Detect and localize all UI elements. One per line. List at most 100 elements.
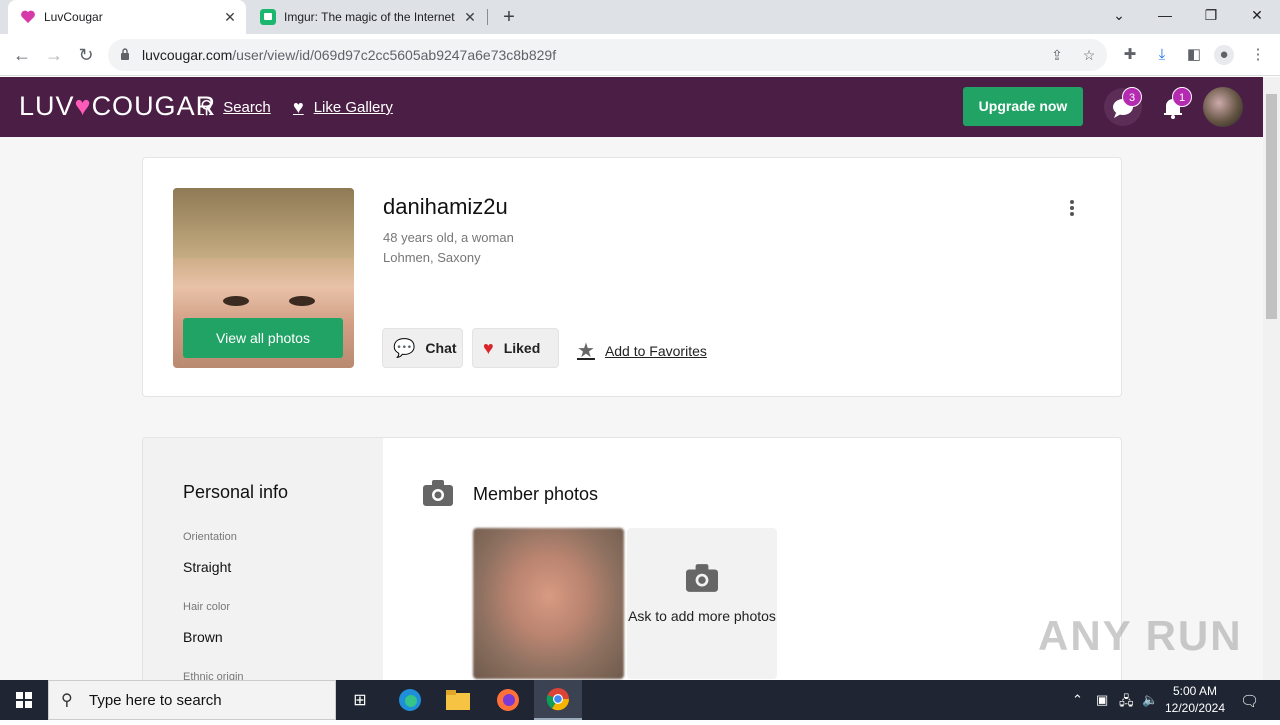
- liked-label: Liked: [503, 340, 541, 356]
- profile-card: View all photos danihamiz2u 48 years old…: [142, 157, 1122, 397]
- liked-button[interactable]: ♥ Liked: [472, 328, 559, 368]
- scrollbar-thumb[interactable]: [1266, 94, 1277, 319]
- nav-like-gallery-link[interactable]: ♥ Like Gallery: [293, 97, 393, 118]
- photo-hair-area: [173, 188, 354, 258]
- forward-icon[interactable]: →: [42, 43, 66, 67]
- close-tab-icon[interactable]: ✕: [462, 9, 478, 25]
- nav-search-label: Search: [223, 99, 271, 116]
- taskbar-search-box[interactable]: ⚲ Type here to search: [48, 680, 336, 720]
- clock-date: 12/20/2024: [1164, 701, 1226, 715]
- view-all-photos-button[interactable]: View all photos: [183, 318, 343, 358]
- details-card: Personal info Orientation Straight Hair …: [142, 437, 1122, 680]
- windows-taskbar: ⚲ Type here to search ⊞ ⌃ ▣ 🖧 🔈 5:00 AM …: [0, 680, 1280, 720]
- notifications-badge: 1: [1172, 87, 1192, 107]
- messages-badge: 3: [1122, 87, 1142, 107]
- upgrade-button[interactable]: Upgrade now: [963, 87, 1083, 126]
- logo-text-left: LUV: [19, 91, 75, 121]
- bookmark-star-icon[interactable]: ☆: [1081, 47, 1097, 63]
- notification-center-icon[interactable]: 🗨: [1240, 692, 1259, 710]
- logo-text-right: COUGAR: [91, 91, 217, 121]
- add-to-favorites-link[interactable]: ★ Add to Favorites: [577, 338, 707, 363]
- nav-search-link[interactable]: ⚲ Search: [200, 97, 271, 118]
- anyrun-watermark: ANY RUN: [1038, 612, 1243, 659]
- chat-bubble-icon: 💬: [393, 337, 416, 358]
- chrome-icon[interactable]: [534, 680, 582, 720]
- field-label: Orientation: [183, 531, 237, 543]
- profile-location: Lohmen, Saxony: [383, 250, 481, 265]
- personal-info-title: Personal info: [183, 482, 289, 502]
- member-photo-thumbnail[interactable]: [473, 528, 624, 679]
- luvcougar-favicon: [21, 10, 35, 23]
- heart-icon: ♥: [293, 97, 304, 117]
- extensions-icon[interactable]: ✚: [1120, 45, 1140, 65]
- tab-title: Imgur: The magic of the Internet: [284, 10, 455, 24]
- favorites-label: Add to Favorites: [604, 342, 707, 359]
- url-host: luvcougar.com: [142, 47, 233, 63]
- download-icon[interactable]: ⤓: [1152, 45, 1172, 65]
- tab-imgur[interactable]: Imgur: The magic of the Internet ✕: [248, 0, 486, 34]
- tab-divider: [487, 9, 488, 25]
- taskbar-clock[interactable]: 5:00 AM 12/20/2024: [1160, 683, 1230, 717]
- heart-filled-icon: ♥: [483, 337, 494, 358]
- new-tab-button[interactable]: +: [498, 6, 520, 28]
- url-path: /user/view/id/069d97c2cc5605ab9247a6e73c…: [232, 47, 557, 63]
- edge-icon[interactable]: [386, 680, 434, 720]
- firefox-icon[interactable]: [484, 680, 532, 720]
- ask-more-photos-label: Ask to add more photos: [628, 608, 776, 624]
- tab-luvcougar[interactable]: LuvCougar ✕: [8, 0, 246, 34]
- ask-more-photos-button[interactable]: Ask to add more photos: [627, 528, 777, 679]
- url-text: luvcougar.com/user/view/id/069d97c2cc560…: [142, 47, 556, 63]
- address-bar[interactable]: luvcougar.com/user/view/id/069d97c2cc560…: [108, 39, 1107, 71]
- taskbar-search-placeholder: Type here to search: [89, 692, 222, 709]
- back-icon[interactable]: ←: [10, 43, 34, 67]
- profile-icon[interactable]: ●: [1214, 45, 1234, 65]
- device-icon[interactable]: ▣: [1096, 692, 1108, 708]
- minimize-button[interactable]: —: [1142, 0, 1188, 30]
- reload-icon[interactable]: ↻: [74, 43, 98, 67]
- restore-button[interactable]: ❐: [1188, 0, 1234, 30]
- lock-icon: [121, 48, 129, 60]
- user-avatar[interactable]: [1203, 87, 1243, 127]
- search-icon: ⚲: [200, 97, 214, 117]
- tab-search-icon[interactable]: ⌄: [1096, 0, 1142, 30]
- chat-label: Chat: [425, 340, 457, 356]
- browser-toolbar: ← → ↻ luvcougar.com/user/view/id/069d97c…: [0, 34, 1280, 76]
- search-icon: ⚲: [61, 692, 73, 709]
- photo-eye-right: [289, 296, 315, 306]
- camera-icon: [686, 564, 718, 592]
- field-label: Hair color: [183, 601, 231, 613]
- field-value: Straight: [183, 559, 232, 575]
- site-logo[interactable]: LUV♥COUGAR: [19, 91, 216, 122]
- page-content: View all photos danihamiz2u 48 years old…: [0, 137, 1263, 680]
- camera-icon: [423, 480, 453, 506]
- windows-logo-icon: [16, 692, 32, 708]
- start-button[interactable]: [0, 680, 48, 720]
- close-tab-icon[interactable]: ✕: [222, 9, 238, 25]
- show-hidden-icons[interactable]: ⌃: [1072, 692, 1083, 708]
- tab-title: LuvCougar: [44, 10, 103, 24]
- field-label: Ethnic origin: [183, 671, 244, 680]
- field-value: Brown: [183, 629, 223, 645]
- volume-icon[interactable]: 🔈: [1142, 692, 1158, 708]
- imgur-favicon: [260, 9, 276, 25]
- browser-tab-strip: LuvCougar ✕ Imgur: The magic of the Inte…: [0, 0, 1280, 34]
- close-window-button[interactable]: ✕: [1234, 0, 1280, 30]
- network-icon[interactable]: 🖧: [1119, 692, 1134, 714]
- nav-like-gallery-label: Like Gallery: [313, 99, 393, 116]
- chat-button[interactable]: 💬 Chat: [382, 328, 463, 368]
- share-icon[interactable]: ⇪: [1049, 47, 1065, 63]
- member-photos-title: Member photos: [473, 484, 599, 504]
- personal-info-panel: Personal info Orientation Straight Hair …: [143, 438, 383, 680]
- side-panel-icon[interactable]: ◧: [1184, 45, 1204, 65]
- file-explorer-icon[interactable]: [434, 680, 482, 720]
- star-icon: ★: [577, 340, 595, 362]
- profile-username: danihamiz2u: [383, 194, 508, 219]
- heart-logo-icon: ♥: [74, 91, 92, 121]
- more-options-icon[interactable]: [1069, 198, 1075, 218]
- task-view-icon[interactable]: ⊞: [336, 680, 384, 720]
- menu-icon[interactable]: ⋮: [1248, 45, 1268, 65]
- profile-photo[interactable]: View all photos: [173, 188, 354, 368]
- profile-age-gender: 48 years old, a woman: [383, 230, 514, 245]
- clock-time: 5:00 AM: [1172, 684, 1218, 698]
- photo-eye-left: [223, 296, 249, 306]
